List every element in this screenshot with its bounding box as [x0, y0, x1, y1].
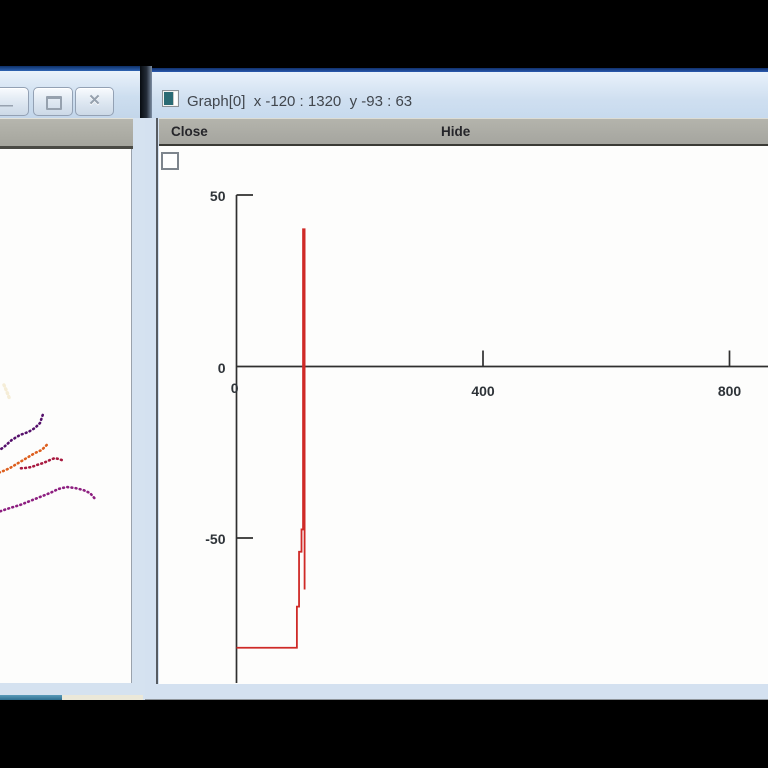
shape-plot-canvas[interactable] — [0, 149, 132, 683]
window-inner-border — [156, 118, 158, 684]
voltage-trace — [237, 229, 305, 647]
neuron-trace-magenta — [0, 487, 94, 512]
neuron-trace-orange — [0, 445, 47, 473]
shape-window-menubar[interactable] — [0, 118, 133, 149]
maximize-icon — [46, 96, 62, 110]
shape-plot-window: — ✕ — [0, 66, 146, 700]
background-window-strip-cream — [62, 695, 143, 700]
graph-canvas[interactable]: 50 0 -50 0 400 800 — [159, 146, 768, 684]
minimize-button[interactable]: — — [0, 87, 29, 116]
axis-tick-label: 800 — [700, 383, 760, 399]
graph-drag-box[interactable] — [161, 152, 179, 170]
axis-tick-label: 0 — [170, 360, 226, 376]
close-button[interactable]: ✕ — [75, 87, 114, 116]
neuron-morphology-svg — [0, 149, 131, 683]
window-title: Graph[0] x -120 : 1320 y -93 : 63 — [187, 93, 412, 110]
axis-tick-label: 400 — [453, 383, 513, 399]
maximize-button[interactable] — [33, 87, 73, 116]
graph-icon-scrollbar — [173, 92, 177, 105]
graph-window-menubar: Close Hide — [159, 118, 768, 146]
axis-tick-label: 50 — [170, 188, 226, 204]
shape-window-titlebar[interactable]: — ✕ — [0, 71, 145, 118]
graph-window-titlebar[interactable]: Graph[0] x -120 : 1320 y -93 : 63 — [145, 72, 768, 118]
menu-item-hide[interactable]: Hide — [441, 124, 470, 139]
graph-axes-svg — [159, 146, 768, 684]
neuron-trace-violet — [0, 415, 43, 451]
graph-window: Graph[0] x -120 : 1320 y -93 : 63 Close … — [145, 68, 768, 700]
background-window-strip-teal — [0, 695, 62, 700]
axis-tick-label: 0 — [183, 380, 239, 396]
graph-window-icon — [162, 90, 179, 107]
menu-item-close[interactable]: Close — [171, 124, 208, 139]
window-seam-shadow — [140, 66, 152, 118]
axis-tick-label: -50 — [170, 531, 226, 547]
minimize-icon: — — [0, 97, 13, 114]
close-icon: ✕ — [88, 92, 101, 109]
neuron-trace-faint-yellow — [4, 385, 10, 400]
